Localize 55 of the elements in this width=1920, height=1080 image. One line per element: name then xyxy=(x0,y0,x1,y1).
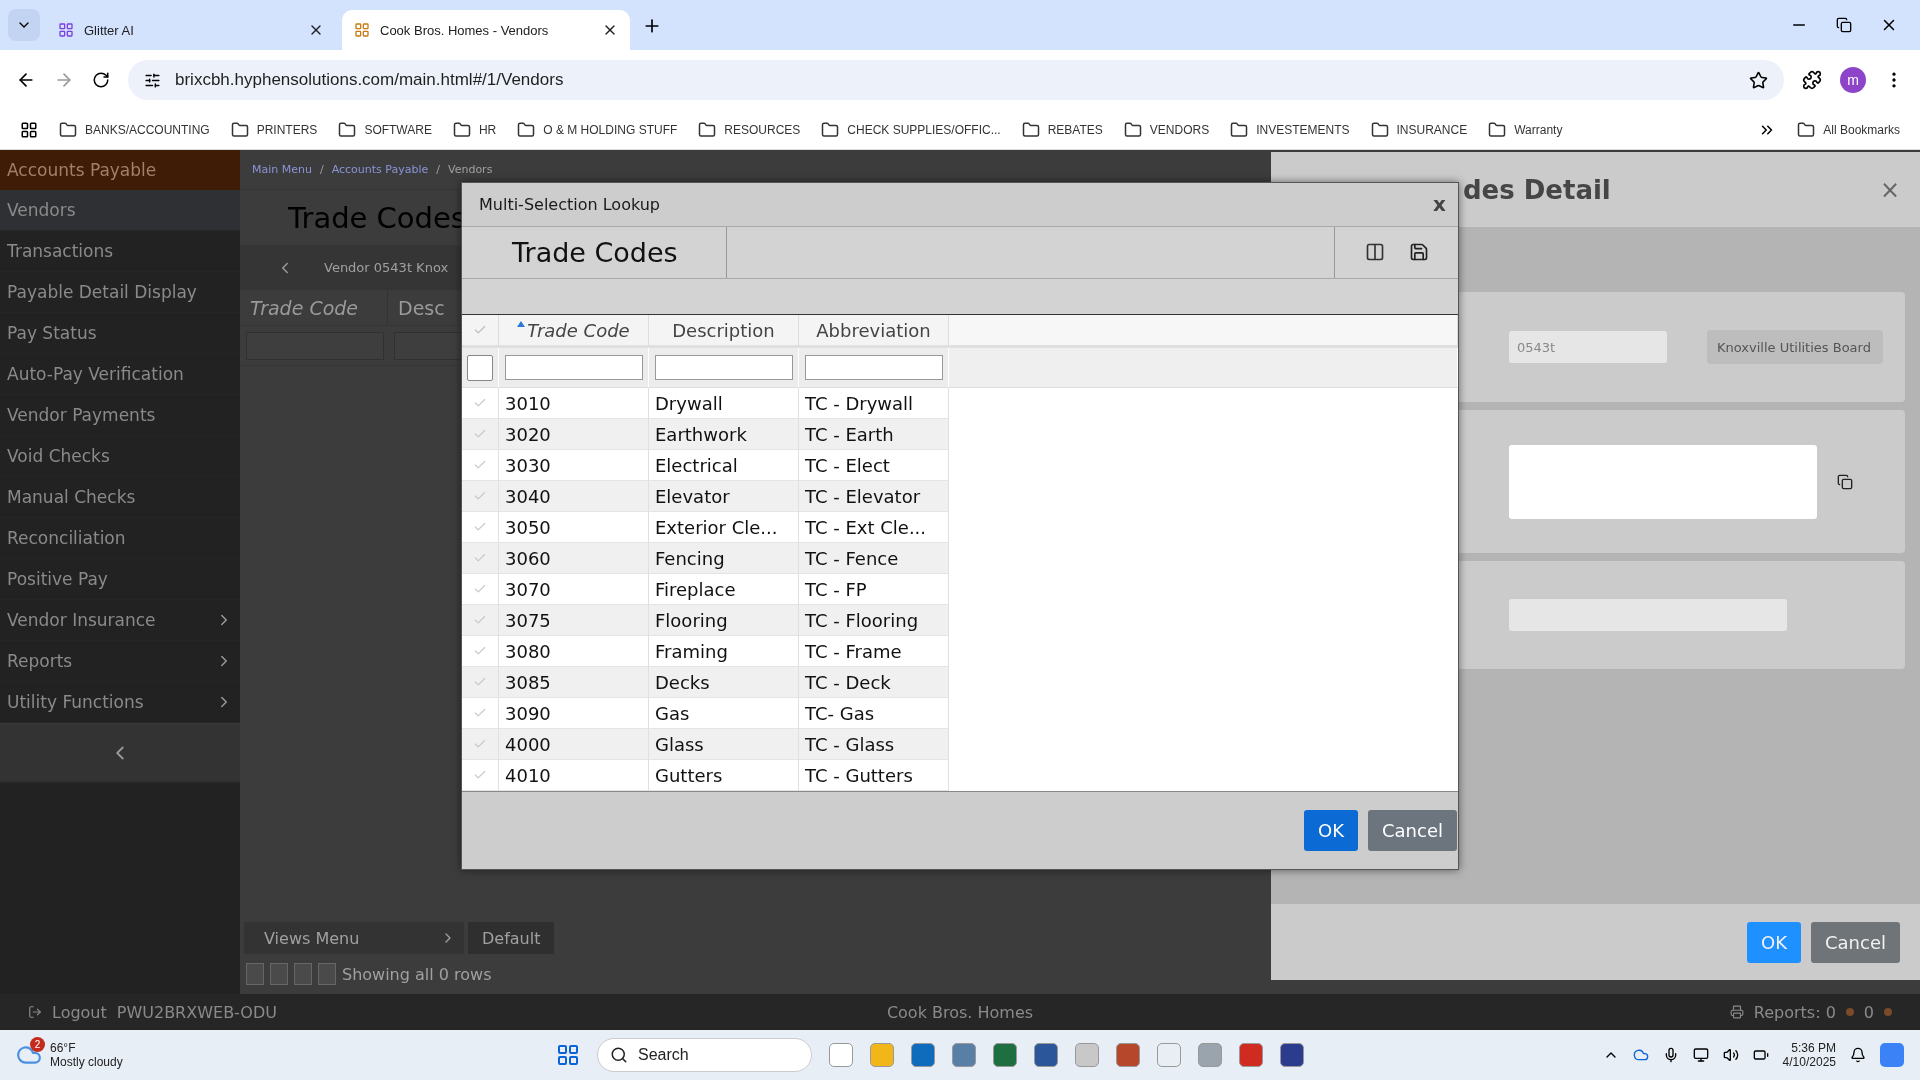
table-cell: Glass xyxy=(649,729,799,761)
reports-count: 0 xyxy=(1863,1002,1874,1022)
vendor-name-field: Knoxville Utilities Board xyxy=(1707,330,1883,364)
table-cell: Elevator xyxy=(649,481,799,513)
dialog-title: Multi-Selection Lookup xyxy=(479,194,660,214)
table-cell: 3010 xyxy=(499,388,649,420)
pager-text: Showing all 0 rows xyxy=(342,964,492,984)
table-cell: TC - Drywall xyxy=(799,388,949,420)
weather-temperature: 66°F xyxy=(50,1041,77,1055)
panel-title: des Detail xyxy=(1463,174,1611,205)
reports-count: Reports: 0 xyxy=(1753,1002,1836,1022)
table-cell: 4000 xyxy=(499,729,649,761)
table-cell: Decks xyxy=(649,667,799,699)
table-cell: TC - Flooring xyxy=(799,605,949,637)
table-cell: Gutters xyxy=(649,760,799,792)
table-cell: 3050 xyxy=(499,512,649,544)
table-cell: TC- Gas xyxy=(799,698,949,730)
table-cell: TC - Fence xyxy=(799,543,949,575)
table-cell: TC - FP xyxy=(799,574,949,606)
table-cell: Exterior Cle... xyxy=(649,512,799,544)
table-cell: Drywall xyxy=(649,388,799,420)
breadcrumb-separator: / xyxy=(436,163,440,176)
table-cell: Flooring xyxy=(649,605,799,637)
table-cell: Framing xyxy=(649,636,799,668)
table-cell: TC - Earth xyxy=(799,419,949,451)
table-cell: Electrical xyxy=(649,450,799,482)
machine-name: PWU2BRXWEB-ODU xyxy=(116,1002,277,1022)
weather-condition: Mostly cloudy xyxy=(50,1055,123,1069)
table-cell: 3080 xyxy=(499,636,649,668)
table-cell: Earthwork xyxy=(649,419,799,451)
table-cell: Gas xyxy=(649,698,799,730)
table-cell: TC - Elevator xyxy=(799,481,949,513)
breadcrumb-separator: / xyxy=(319,163,324,176)
table-cell: TC - Ext Cle... xyxy=(799,512,949,544)
table-cell: 3075 xyxy=(499,605,649,637)
table-cell: 3060 xyxy=(499,543,649,575)
table-cell: TC - Deck xyxy=(799,667,949,699)
table-cell: TC - Elect xyxy=(799,450,949,482)
notification-badge: 2 xyxy=(30,1037,45,1052)
table-cell: TC - Glass xyxy=(799,729,949,761)
table-cell: 3090 xyxy=(499,698,649,730)
vendor-label: Vendor 0543t Knox xyxy=(324,260,449,275)
table-cell: 3040 xyxy=(499,481,649,513)
table-cell: TC - Gutters xyxy=(799,760,949,792)
table-cell: 3070 xyxy=(499,574,649,606)
table-cell: 3085 xyxy=(499,667,649,699)
table-cell: TC - Frame xyxy=(799,636,949,668)
table-cell: 3020 xyxy=(499,419,649,451)
table-cell: Fireplace xyxy=(649,574,799,606)
company-name: Cook Bros. Homes xyxy=(886,1002,1034,1022)
table-cell: Fencing xyxy=(649,543,799,575)
lookup-heading: Trade Codes xyxy=(462,226,727,278)
sidebar-header: Accounts Payable xyxy=(0,150,240,190)
table-cell: 3030 xyxy=(499,450,649,482)
table-cell: 4010 xyxy=(499,760,649,792)
